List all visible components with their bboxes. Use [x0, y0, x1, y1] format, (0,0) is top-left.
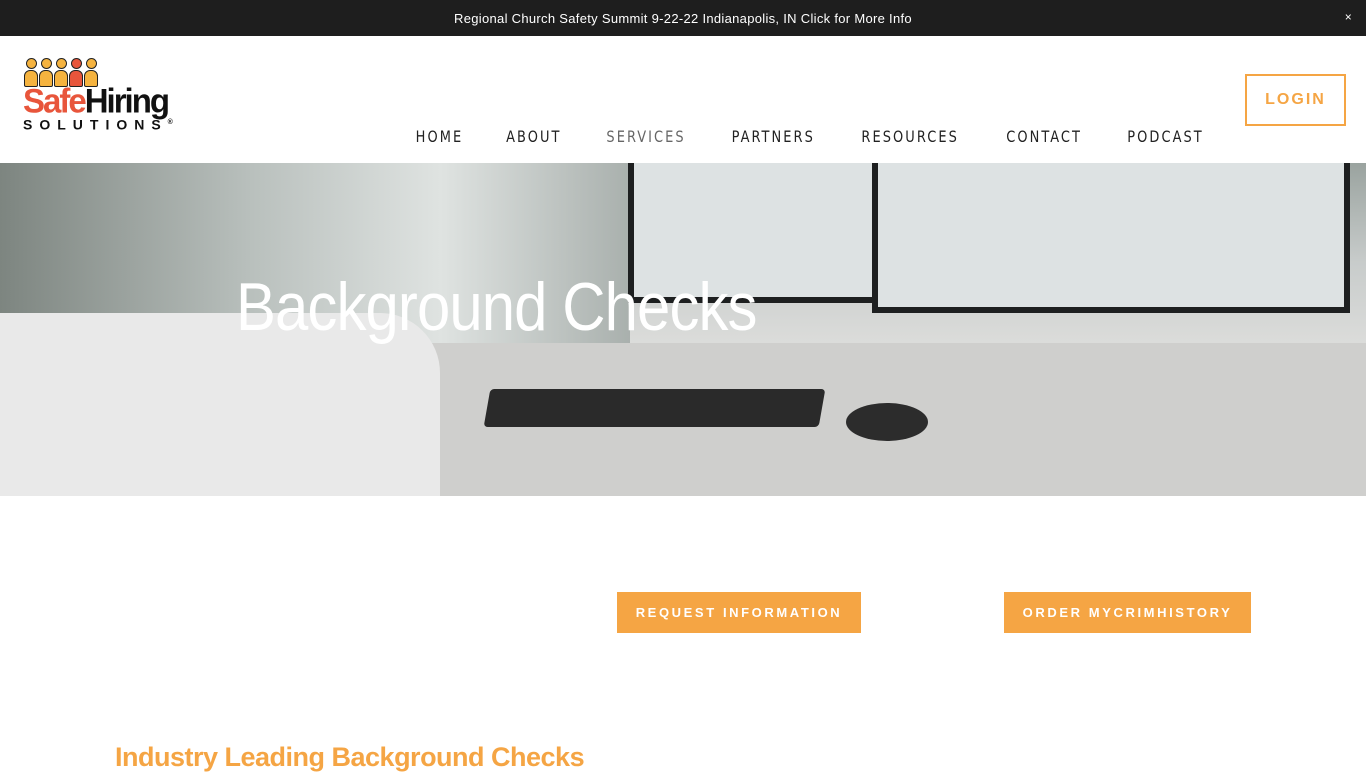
close-icon[interactable]: ×	[1345, 10, 1352, 24]
hero-banner: Background Checks	[0, 163, 1366, 496]
nav-partners[interactable]: PARTNERS	[732, 127, 815, 146]
site-header: SafeHiring SOLUTIONS® HOME ABOUT SERVICE…	[0, 36, 1366, 163]
nav-services[interactable]: SERVICES	[606, 127, 685, 146]
order-mycrimhistory-button[interactable]: ORDER MYCRIMHISTORY	[1004, 592, 1251, 633]
hero-mouse	[846, 403, 928, 441]
hero-monitor-right	[872, 163, 1350, 313]
announcement-text[interactable]: Regional Church Safety Summit 9-22-22 In…	[454, 11, 912, 26]
logo-hiring: Hiring	[84, 81, 170, 120]
logo-registered: ®	[167, 119, 173, 126]
section-heading: Industry Leading Background Checks	[115, 742, 585, 772]
nav-resources[interactable]: RESOURCES	[862, 127, 959, 146]
main-nav: HOME ABOUT SERVICES PARTNERS RESOURCES C…	[413, 127, 1208, 146]
page-title: Background Checks	[236, 269, 757, 345]
nav-podcast[interactable]: PODCAST	[1127, 127, 1204, 146]
login-button[interactable]: LOGIN	[1245, 74, 1346, 126]
hero-keyboard	[483, 389, 826, 427]
nav-home[interactable]: HOME	[416, 127, 464, 146]
logo-safe: Safe	[23, 81, 87, 120]
nav-about[interactable]: ABOUT	[506, 127, 561, 146]
announcement-bar[interactable]: Regional Church Safety Summit 9-22-22 In…	[0, 0, 1366, 36]
request-information-button[interactable]: REQUEST INFORMATION	[617, 592, 861, 633]
logo[interactable]: SafeHiring SOLUTIONS®	[23, 58, 203, 142]
nav-contact[interactable]: CONTACT	[1006, 127, 1082, 146]
